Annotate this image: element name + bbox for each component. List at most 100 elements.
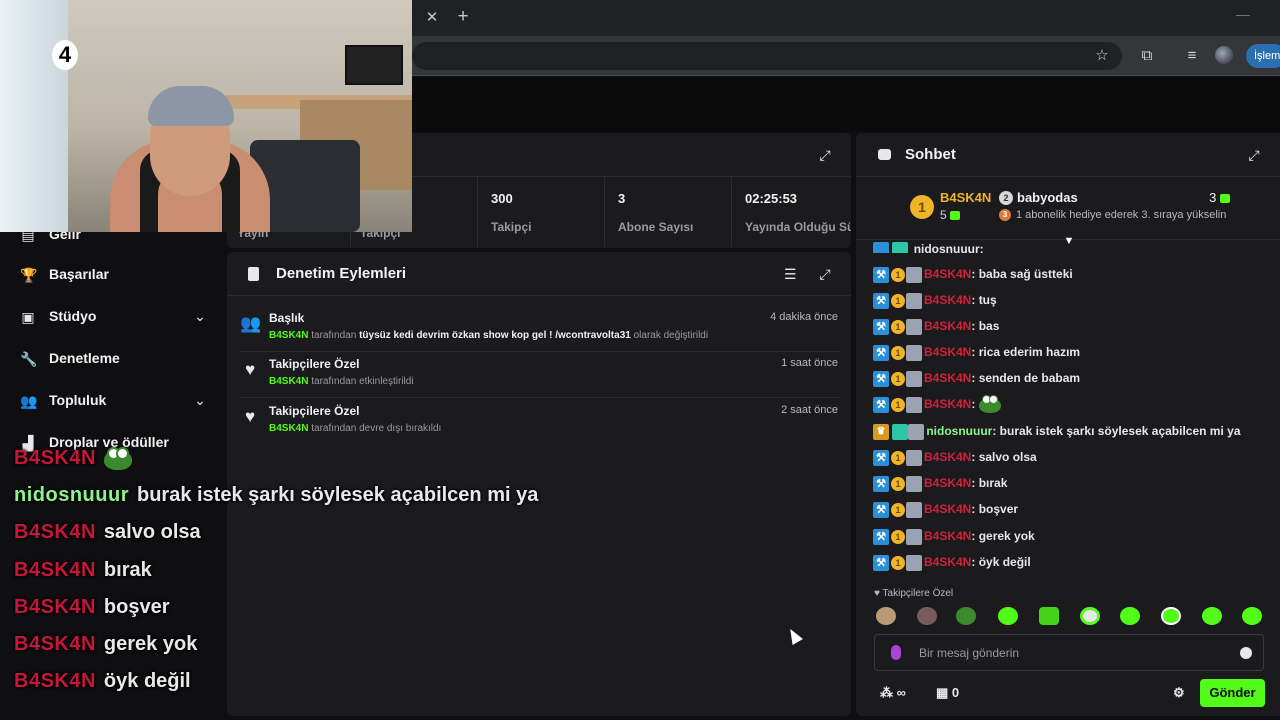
collapse-arrow-icon[interactable]: ▼ [1061, 235, 1077, 247]
leaderboard-count: 5 [940, 208, 961, 222]
user-avatar [906, 555, 922, 571]
moderation-event: ♥ Takipçilere Özel 2 saat önce B4SK4N ta… [227, 399, 851, 445]
channel-points[interactable]: ⁂ ∞ [880, 684, 906, 702]
wrench-icon: 🔧 [20, 351, 38, 367]
store[interactable]: ▦ 0 [936, 684, 959, 702]
chat-input-placeholder: Bir mesaj gönderin [919, 646, 1020, 660]
user-avatar [906, 319, 922, 335]
emote-cat-icon[interactable] [876, 607, 896, 625]
event-title: Başlık [269, 311, 305, 325]
emote-kick-icon[interactable] [1039, 607, 1059, 625]
user-avatar [906, 345, 922, 361]
gifter-badge-icon: 1 [891, 451, 905, 465]
browser-action-button[interactable]: İşlem [1246, 44, 1280, 68]
emote-kick-icon[interactable] [1242, 607, 1262, 625]
sidebar-item-community[interactable]: 👥 Topluluk ⌄ [20, 390, 210, 412]
webcam-overlay: 4 [0, 0, 412, 232]
stat-followers: 300 Takipçi [477, 177, 604, 247]
gifter-badge-icon: 1 [891, 268, 905, 282]
gifter-badge-icon: 1 [891, 372, 905, 386]
event-user[interactable]: B4SK4N [269, 330, 308, 341]
sidebar-item-studio[interactable]: ▣ Stüdyo ⌄ [20, 306, 210, 328]
gifter-badge-icon: 1 [891, 477, 905, 491]
event-user[interactable]: B4SK4N [269, 423, 308, 434]
overlay-chat-line: B4SK4N gerek yok [14, 633, 198, 655]
gifter-badge-icon: 1 [891, 346, 905, 360]
chat-message: ⚒ 1 B4SK4N: senden de babam [873, 371, 1080, 391]
moderator-badge-icon: ⚒ [873, 450, 889, 466]
chat-title: Sohbet [905, 146, 956, 163]
chat-message: ⚒ 1 B4SK4N: bırak [873, 476, 1007, 496]
chevron-down-icon[interactable]: ⌄ [192, 307, 208, 325]
stat-live-duration: 02:25:53 Yayında Olduğu Süre [731, 177, 851, 247]
gift-icon [1220, 194, 1230, 204]
leaderboard-user[interactable]: B4SK4N [940, 190, 991, 205]
event-user[interactable]: B4SK4N [269, 376, 308, 387]
sidebar-item-label: Başarılar [49, 266, 109, 282]
new-tab-icon[interactable]: + [454, 6, 472, 28]
microphone-icon[interactable] [891, 645, 901, 660]
store-icon: ▦ [936, 685, 949, 700]
url-field[interactable] [412, 42, 1122, 70]
popout-icon[interactable]: ⤢ [817, 147, 833, 163]
event-time: 4 dakika önce [770, 311, 838, 323]
emote-kick-icon[interactable] [1202, 607, 1222, 625]
moderator-badge-icon: ⚒ [873, 529, 889, 545]
document-icon [248, 267, 259, 281]
profile-avatar[interactable] [1215, 46, 1233, 64]
emote-kick-icon[interactable] [1080, 607, 1100, 625]
stat-subscribers: 3 Abone Sayısı [604, 177, 731, 247]
rank-badge-icon: 2 [999, 191, 1013, 205]
popout-icon[interactable]: ⤢ [817, 266, 833, 282]
sidebar-item-achievements[interactable]: 🏆 Başarılar [20, 264, 210, 286]
rank-badge-icon: 3 [999, 209, 1011, 221]
emote-kick-icon[interactable] [998, 607, 1018, 625]
overlay-chat-line: B4SK4N boşver [14, 596, 170, 618]
user-avatar [906, 293, 922, 309]
extensions-icon[interactable]: ⧉ [1137, 46, 1157, 66]
media-control-icon[interactable]: ≡ [1182, 46, 1202, 66]
event-description: B4SK4N tarafından devre dışı bırakıldı [269, 423, 442, 434]
popout-icon[interactable]: ⤢ [1246, 147, 1262, 163]
send-button[interactable]: Gönder [1200, 679, 1265, 707]
event-time: 2 saat önce [781, 404, 838, 416]
overlay-chat-line: B4SK4N [14, 446, 132, 477]
chat-message: ♛ nidosnuuur: burak istek şarkı söylesek… [873, 424, 1241, 444]
event-time: 1 saat önce [781, 357, 838, 369]
page-header-band [412, 77, 1280, 132]
filter-icon[interactable]: ☰ [784, 266, 800, 282]
emoji-icon[interactable] [1240, 647, 1252, 659]
chat-header: Sohbet ⤢ [856, 133, 1280, 177]
sidebar-item-moderation[interactable]: 🔧 Denetleme [20, 348, 210, 370]
heart-icon: ♥ [244, 360, 256, 379]
rank-badge-icon: 1 [910, 195, 934, 219]
user-avatar [908, 424, 925, 440]
emote-kick-icon[interactable] [1161, 607, 1181, 625]
tab-close-icon[interactable]: ✕ [424, 8, 440, 28]
trophy-icon: 🏆 [20, 267, 38, 283]
overlay-chat-line: B4SK4N öyk değil [14, 670, 191, 692]
moderation-event: 👥 Başlık 4 dakika önce B4SK4N tarafından… [227, 306, 851, 352]
chat-message: ⚒ 1 B4SK4N: baba sağ üstteki [873, 267, 1073, 287]
emote-face-icon[interactable] [917, 607, 937, 625]
bookmark-star-icon[interactable]: ☆ [1092, 46, 1112, 66]
overlay-chat-line: B4SK4N bırak [14, 559, 152, 581]
chat-panel: Sohbet ⤢ 1 B4SK4N 5 2 babyodas 3 3 1 abo… [856, 133, 1280, 716]
user-avatar [906, 371, 922, 387]
emote-kick-icon[interactable] [1120, 607, 1140, 625]
moderation-event: ♥ Takipçilere Özel 1 saat önce B4SK4N ta… [227, 352, 851, 398]
chat-message-input[interactable]: Bir mesaj gönderin [874, 634, 1264, 671]
settings-gear-icon[interactable]: ⚙ [1173, 684, 1185, 702]
chat-message: ⚒ 1 B4SK4N: [873, 394, 1002, 417]
leaderboard-user[interactable]: babyodas [1017, 190, 1078, 205]
sidebar-item-label: Topluluk [49, 392, 107, 408]
moderator-badge-icon: ⚒ [873, 397, 889, 413]
window-minimize-icon[interactable]: — [1236, 6, 1250, 22]
chat-message: ⚒ 1 B4SK4N: öyk değil [873, 555, 1031, 575]
webcam-window [0, 0, 68, 232]
emote-pepe-icon[interactable] [956, 607, 976, 625]
moderator-badge-icon: ⚒ [873, 345, 889, 361]
pepe-emote-icon [103, 446, 132, 470]
chevron-down-icon[interactable]: ⌄ [192, 391, 208, 409]
user-avatar [906, 267, 922, 283]
